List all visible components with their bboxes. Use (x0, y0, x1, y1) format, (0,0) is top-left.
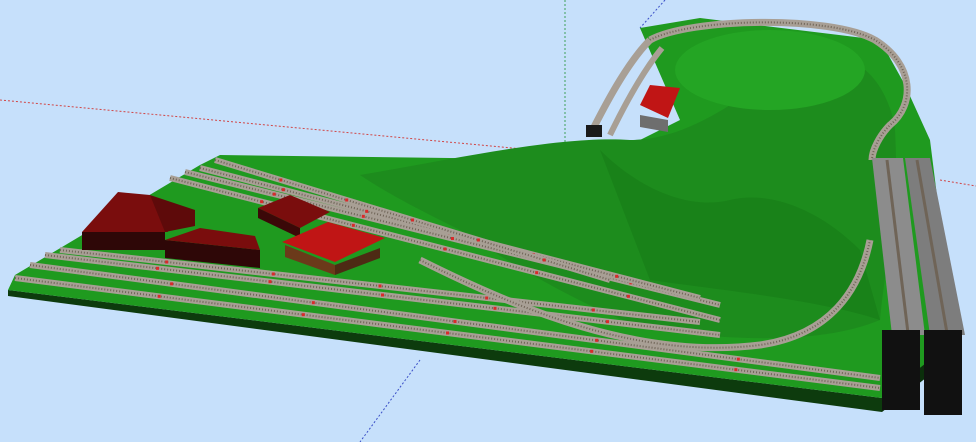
track-marker (736, 357, 740, 361)
track-marker (381, 293, 384, 297)
x-axis-right-line (939, 179, 976, 187)
track-marker (443, 247, 447, 251)
track-marker (734, 368, 738, 372)
track-marker (271, 272, 275, 276)
z-axis-line (359, 359, 421, 442)
track-marker (170, 282, 174, 286)
track-marker (156, 266, 159, 270)
track-marker (272, 192, 276, 196)
track-marker (591, 308, 595, 312)
track-marker (361, 214, 365, 218)
track-marker (268, 280, 272, 284)
track-marker (411, 218, 414, 222)
track-layout-scene[interactable] (0, 0, 976, 442)
track-marker (311, 301, 315, 305)
track-marker (446, 331, 449, 335)
track-marker (485, 296, 489, 300)
track-marker (351, 223, 355, 227)
tunnel-portal-right[interactable] (924, 330, 962, 415)
track-marker (345, 198, 349, 202)
track-marker (595, 338, 599, 342)
track-marker (542, 258, 546, 262)
tunnel-portal-left[interactable] (882, 330, 920, 410)
track-marker (615, 274, 619, 278)
track-marker (260, 200, 264, 204)
track-marker (590, 349, 594, 353)
track-marker (476, 238, 480, 242)
3d-viewport[interactable]: #c6e0fb (0, 0, 976, 442)
track-marker (301, 313, 305, 317)
track-marker (365, 209, 369, 213)
track-marker (493, 306, 497, 310)
hill-plateau (675, 30, 865, 110)
track-marker (279, 178, 283, 182)
track-marker (157, 294, 161, 298)
track-marker (165, 260, 169, 264)
track-marker (606, 320, 609, 324)
track-marker (453, 320, 457, 323)
track-marker (626, 294, 630, 298)
z-axis-upper-line (639, 0, 666, 29)
upper-tunnel-portal[interactable] (586, 125, 602, 137)
track-marker (451, 237, 454, 240)
track-marker (281, 188, 285, 192)
track-marker (535, 271, 539, 275)
track-marker (378, 284, 382, 288)
